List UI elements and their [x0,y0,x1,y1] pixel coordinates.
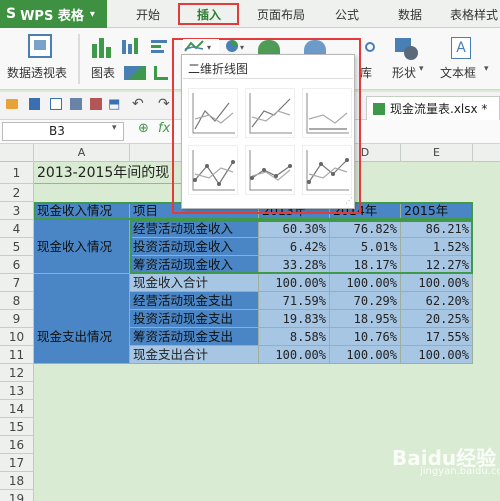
watermark-url: jingyan.baidu.com [420,466,500,477]
chevron-down-icon: ▾ [89,8,95,20]
income-group-cell[interactable]: 现金收入情况 [34,220,130,274]
row-header[interactable]: 11 [0,346,34,364]
name-box[interactable]: B3 [2,122,124,141]
tab-page-layout[interactable]: 页面布局 [250,6,312,24]
dropdown-highlight-box [172,38,361,214]
svg-text:▾: ▾ [240,43,244,52]
undo-icon[interactable]: ↶ [132,96,144,112]
format-painter-icon[interactable]: ⬒ [108,97,120,112]
row-header[interactable]: 2 [0,184,34,202]
scatter-chart-icon[interactable] [154,66,168,80]
column-header-a[interactable]: A [34,144,130,162]
line-chart-icon: ▾ [184,40,211,52]
app-brand: WPS 表格 [20,8,84,24]
gallery-partial-label[interactable]: 库 [360,64,372,81]
row-header[interactable]: 6 [0,256,34,274]
chart-icon[interactable] [92,38,114,58]
chevron-down-icon[interactable]: ▾ [484,64,489,74]
value-cell[interactable]: 10.76% [330,328,401,346]
wps-logo-icon: S [6,6,17,22]
item-cell[interactable]: 投资活动现金支出 [130,310,259,328]
function-icon[interactable]: fx [158,121,170,136]
row-header[interactable]: 16 [0,436,34,454]
value-cell[interactable]: 100.00% [330,274,401,292]
row-header[interactable]: 1 [0,162,34,184]
value-cell[interactable]: 71.59% [259,292,330,310]
item-cell[interactable]: 现金收入合计 [130,274,259,292]
item-cell[interactable]: 筹资活动现金支出 [130,328,259,346]
app-menu-button[interactable]: S WPS 表格 ▾ [0,0,107,28]
value-cell[interactable]: 18.95% [330,310,401,328]
row-header[interactable]: 8 [0,292,34,310]
tab-home[interactable]: 开始 [128,6,168,24]
pie-chart-button[interactable]: ▾ [225,39,249,53]
file-tab-name: 现金流量表.xlsx * [390,102,488,116]
chart-label[interactable]: 图表 [91,64,115,81]
row-header[interactable]: 10 [0,328,34,346]
redo-icon[interactable]: ↷ [158,96,170,112]
tab-table-style[interactable]: 表格样式 [450,6,500,24]
tab-data[interactable]: 数据 [388,6,432,24]
row-header[interactable]: 17 [0,454,34,472]
chevron-down-icon[interactable]: ▾ [419,64,424,74]
value-cell[interactable]: 100.00% [259,346,330,364]
spreadsheet-file-icon [373,102,385,115]
column-chart-icon[interactable] [122,38,144,54]
value-cell[interactable]: 20.25% [401,310,473,328]
row-header[interactable]: 3 [0,202,34,220]
save-icon[interactable] [29,98,40,110]
value-cell[interactable]: 62.20% [401,292,473,310]
area-chart-icon[interactable] [124,66,146,80]
select-all-corner[interactable] [0,144,34,162]
row-header[interactable]: 12 [0,364,34,382]
tab-highlight-box [178,3,239,25]
value-cell[interactable]: 100.00% [259,274,330,292]
selection-outline [130,220,473,274]
row-header[interactable]: 9 [0,310,34,328]
value-cell[interactable]: 17.55% [401,328,473,346]
expense-group-cell[interactable]: 现金支出情况 [34,274,130,364]
svg-text:▾: ▾ [207,43,211,52]
value-cell[interactable]: 100.00% [401,274,473,292]
row-header[interactable]: 7 [0,274,34,292]
value-cell[interactable]: 70.29% [330,292,401,310]
ribbon-divider [78,34,80,84]
row-header[interactable]: 5 [0,238,34,256]
row-header[interactable]: 14 [0,400,34,418]
value-cell[interactable]: 100.00% [330,346,401,364]
pie-chart-icon: ▾ [226,40,244,52]
chevron-down-icon[interactable]: ▾ [112,123,117,133]
pdf-export-icon[interactable] [90,98,102,110]
row-header[interactable]: 15 [0,418,34,436]
shape-icon[interactable] [395,38,419,60]
row-header[interactable]: 19 [0,490,34,501]
tab-formulas[interactable]: 公式 [325,6,369,24]
pivot-table-icon[interactable] [28,34,52,58]
print-preview-icon[interactable] [50,98,62,110]
column-header-e[interactable]: E [401,144,473,162]
value-cell[interactable]: 8.58% [259,328,330,346]
bar-chart-icon[interactable] [151,40,169,53]
shape-label[interactable]: 形状 [392,64,416,81]
open-folder-icon[interactable] [6,99,18,109]
row-header[interactable]: 4 [0,220,34,238]
zoom-icon[interactable]: ⊕ [138,121,149,136]
row-header[interactable]: 13 [0,382,34,400]
textbox-label[interactable]: 文本框 [440,64,476,81]
item-cell[interactable]: 经营活动现金支出 [130,292,259,310]
scissors-icon[interactable] [365,42,375,52]
file-tab[interactable]: 现金流量表.xlsx * [366,96,500,120]
value-cell[interactable]: 19.83% [259,310,330,328]
value-cell[interactable]: 100.00% [401,346,473,364]
item-cell[interactable]: 现金支出合计 [130,346,259,364]
row-header[interactable]: 18 [0,472,34,490]
line-chart-button[interactable]: ▾ [183,39,219,53]
print-icon[interactable] [70,98,82,110]
pivot-table-label[interactable]: 数据透视表 [7,64,67,81]
textbox-icon[interactable]: A [451,37,471,59]
